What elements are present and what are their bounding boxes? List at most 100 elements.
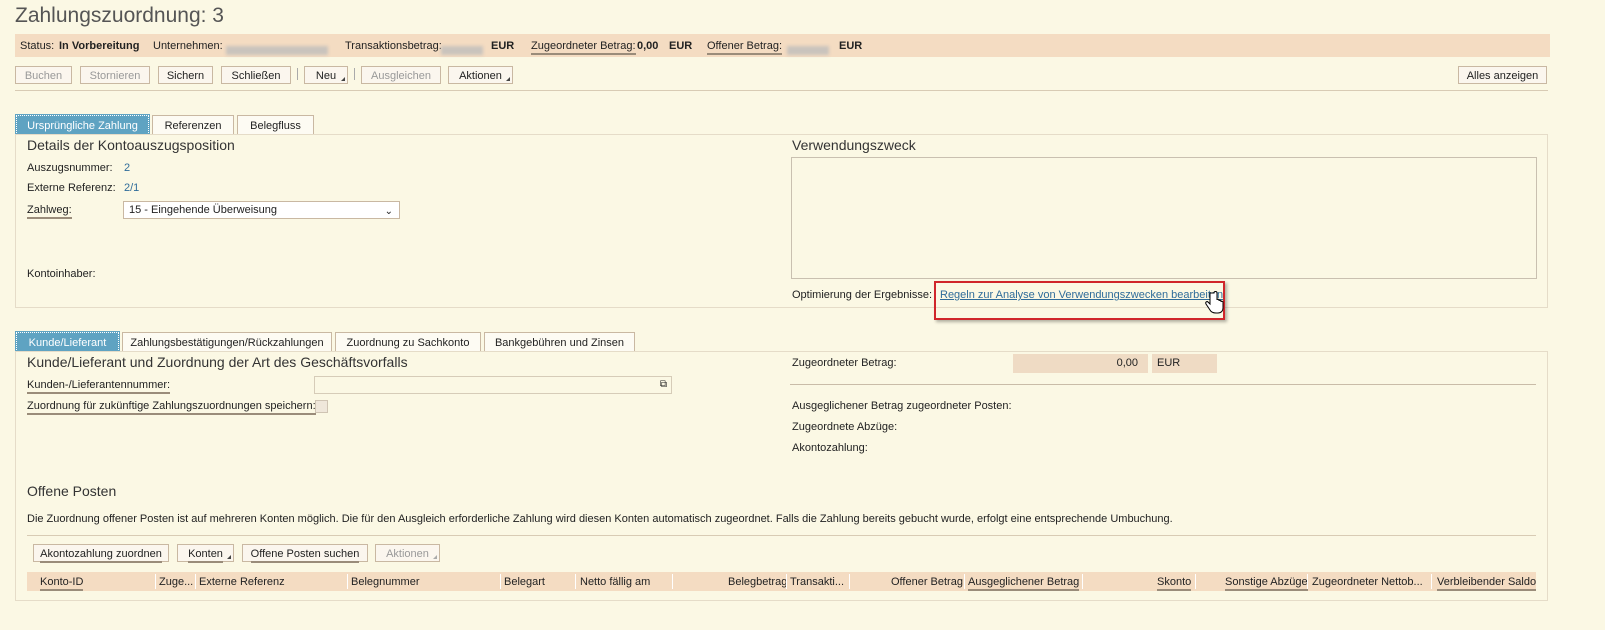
- open-items-actions-button[interactable]: Aktionen: [375, 544, 440, 562]
- external-reference-link[interactable]: 2/1: [124, 182, 139, 194]
- open-items-divider: [27, 535, 1536, 536]
- assigned-amount-label: Zugeordneter Betrag:: [792, 357, 897, 369]
- accounts-menu-button[interactable]: Konten: [177, 544, 234, 563]
- tab-document-flow[interactable]: Belegfluss: [237, 115, 314, 135]
- transaction-currency: EUR: [491, 40, 515, 52]
- customer-number-input[interactable]: ⧉: [314, 376, 672, 394]
- column-header[interactable]: Konto-ID: [40, 576, 84, 591]
- save-assignment-label: Zuordnung für zukünftige Zahlungszuordnu…: [27, 400, 316, 415]
- column-header[interactable]: Offener Betrag: [891, 576, 963, 588]
- purpose-textarea[interactable]: [791, 157, 1537, 279]
- deductions-label: Zugeordnete Abzüge:: [792, 421, 898, 433]
- customer-number-label: Kunden-/Lieferantennummer:: [27, 379, 171, 394]
- value-help-icon[interactable]: ⧉: [660, 379, 667, 390]
- close-button[interactable]: Schließen: [221, 66, 291, 84]
- payment-method-select[interactable]: 15 - Eingehende Überweisung ⌄: [123, 201, 400, 219]
- assign-on-account-button[interactable]: Akontozahlung zuordnen: [33, 544, 169, 563]
- column-header[interactable]: Belegart: [504, 576, 545, 588]
- open-label: Offener Betrag:: [707, 40, 783, 55]
- new-button-label: Neu: [315, 70, 337, 82]
- column-separator: [964, 574, 965, 589]
- accounts-button-label: Konten: [188, 548, 223, 563]
- amount-divider: [790, 384, 1536, 385]
- toolbar-separator: [354, 68, 355, 80]
- hand-cursor-icon: [1204, 291, 1224, 318]
- toolbar-divider: [15, 90, 1548, 91]
- assigned-label: Zugeordneter Betrag:: [531, 40, 636, 55]
- column-separator: [672, 574, 673, 589]
- toolbar-separator: [297, 68, 298, 80]
- show-all-button[interactable]: Alles anzeigen: [1458, 66, 1547, 84]
- dropdown-triangle-icon: [227, 555, 231, 559]
- cleared-amount-label: Ausgeglichener Betrag zugeordneter Poste…: [792, 400, 1012, 412]
- column-separator: [849, 574, 850, 589]
- assigned-amount-value: 0,00: [1013, 354, 1148, 373]
- column-separator: [500, 574, 501, 589]
- assign-on-account-label: Akontozahlung zuordnen: [40, 548, 162, 563]
- search-open-items-label: Offene Posten suchen: [250, 548, 360, 563]
- column-header[interactable]: Transakti...: [790, 576, 844, 588]
- column-separator: [1082, 574, 1083, 589]
- column-header[interactable]: Sonstige Abzüge: [1225, 576, 1308, 591]
- rules-link[interactable]: Regeln zur Analyse von Verwendungszwecke…: [940, 289, 1223, 301]
- search-open-items-button[interactable]: Offene Posten suchen: [242, 544, 368, 563]
- page-title: Zahlungszuordnung: 3: [15, 4, 224, 27]
- on-account-label: Akontozahlung:: [792, 442, 868, 454]
- customer-panel: [15, 351, 1548, 601]
- column-separator: [575, 574, 576, 589]
- column-header[interactable]: Skonto: [1157, 576, 1192, 591]
- save-button[interactable]: Sichern: [158, 66, 213, 84]
- open-items-table-header: Konto-ID Zuge... Externe Referenz Belegn…: [27, 572, 1537, 591]
- open-items-heading: Offene Posten: [27, 483, 117, 499]
- column-separator: [347, 574, 348, 589]
- column-separator: [786, 574, 787, 589]
- column-separator: [1307, 574, 1308, 589]
- status-value: In Vorbereitung: [59, 40, 140, 52]
- clear-button[interactable]: Ausgleichen: [361, 66, 441, 84]
- column-separator: [1195, 574, 1196, 589]
- column-header[interactable]: Ausgeglichener Betrag: [968, 576, 1080, 591]
- chevron-down-icon: ⌄: [384, 206, 393, 217]
- assigned-currency: EUR: [669, 40, 693, 52]
- column-separator: [155, 574, 156, 589]
- column-header[interactable]: Belegnummer: [351, 576, 419, 588]
- assigned-value: 0,00: [637, 40, 659, 52]
- column-header[interactable]: Belegbetrag: [728, 576, 787, 588]
- details-heading: Details der Kontoauszugsposition: [27, 137, 235, 153]
- open-items-description: Die Zuordnung offener Posten ist auf meh…: [27, 513, 1173, 525]
- book-button[interactable]: Buchen: [15, 66, 72, 84]
- column-separator: [195, 574, 196, 589]
- status-bar: Status: In Vorbereitung Unternehmen: Tra…: [15, 34, 1550, 57]
- tab-original-payment[interactable]: Ursprüngliche Zahlung: [15, 114, 150, 136]
- payment-method-value: 15 - Eingehende Überweisung: [129, 204, 277, 216]
- dropdown-triangle-icon: [506, 77, 510, 81]
- open-items-actions-label: Aktionen: [386, 548, 429, 560]
- column-header[interactable]: Verbleibender Saldo: [1437, 576, 1537, 591]
- tab-gl-account-assignment[interactable]: Zuordnung zu Sachkonto: [335, 332, 481, 352]
- assigned-amount-currency: EUR: [1152, 354, 1217, 373]
- new-menu-button[interactable]: Neu: [304, 66, 348, 84]
- actions-menu-button[interactable]: Aktionen: [448, 66, 513, 84]
- tab-references[interactable]: Referenzen: [152, 115, 234, 135]
- open-currency: EUR: [839, 40, 863, 52]
- transaction-label: Transaktionsbetrag:: [345, 40, 442, 52]
- dropdown-triangle-icon: [341, 77, 345, 81]
- purpose-heading: Verwendungszweck: [792, 137, 916, 153]
- statement-number-link[interactable]: 2: [124, 162, 130, 174]
- column-header[interactable]: Zuge...: [159, 576, 193, 588]
- status-label: Status:: [20, 40, 55, 52]
- tab-payment-confirmations[interactable]: Zahlungsbestätigungen/Rückzahlungen: [122, 332, 332, 352]
- save-assignment-checkbox[interactable]: [315, 400, 328, 413]
- column-header[interactable]: Netto fällig am: [580, 576, 650, 588]
- optimize-label: Optimierung der Ergebnisse:: [792, 289, 933, 301]
- dropdown-triangle-icon: [433, 555, 437, 559]
- account-holder-label: Kontoinhaber:: [27, 268, 96, 280]
- column-header[interactable]: Zugeordneter Nettob...: [1312, 576, 1423, 588]
- column-header[interactable]: Externe Referenz: [199, 576, 285, 588]
- cancel-button[interactable]: Stornieren: [80, 66, 150, 84]
- statement-number-label: Auszugsnummer:: [27, 162, 113, 174]
- tab-bank-fees-interest[interactable]: Bankgebühren und Zinsen: [484, 332, 635, 352]
- tab-customer-supplier[interactable]: Kunde/Lieferant: [15, 331, 120, 353]
- external-reference-label: Externe Referenz:: [27, 182, 116, 194]
- payment-method-label: Zahlweg:: [27, 204, 72, 219]
